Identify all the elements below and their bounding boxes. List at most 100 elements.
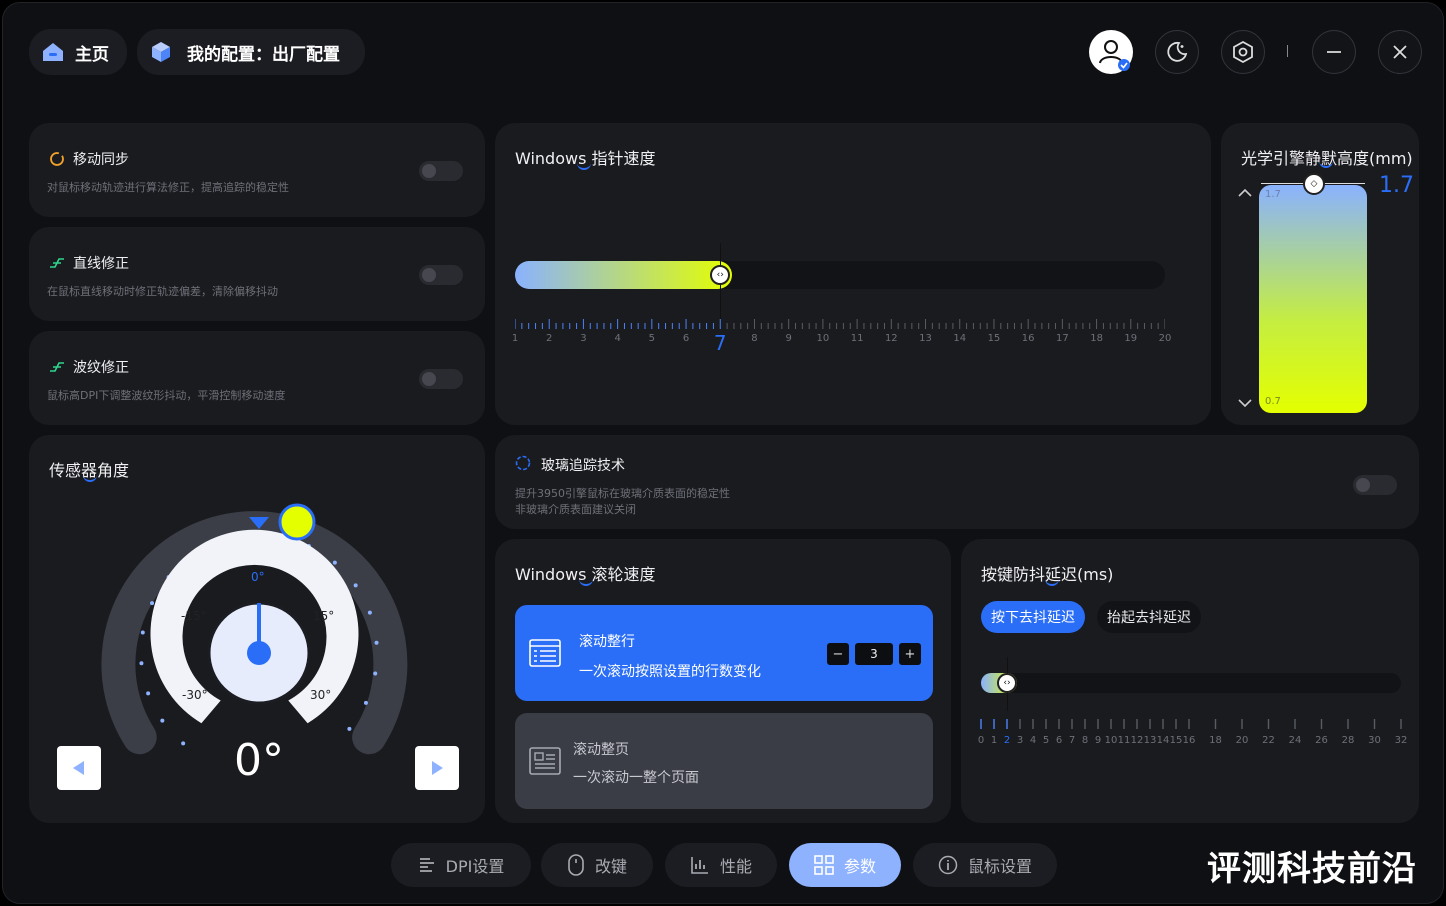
settings-button[interactable] xyxy=(1221,30,1265,74)
debounce-track[interactable] xyxy=(981,673,1401,693)
config-selector[interactable]: 我的配置：出厂配置 xyxy=(137,29,365,75)
scroll-page-option[interactable]: 滚动整页 一次滚动一整个页面 xyxy=(515,713,933,809)
nav-remap-label: 改键 xyxy=(594,857,627,876)
dial-dot xyxy=(160,718,165,723)
hex-settings-icon xyxy=(1233,40,1253,64)
debounce-card: 按键防抖延迟(ms) 按下去抖延迟 抬起去抖延迟 ‹› 0 1 2 3 4 5 6 7 8 9 10… xyxy=(961,539,1419,823)
debounce-tick-label: 18 xyxy=(1209,735,1222,746)
config-label: 我的配置：出厂配置 xyxy=(187,44,340,65)
debounce-handle[interactable]: ‹› xyxy=(997,673,1017,693)
pointer-speed-tick-label: 12 xyxy=(884,333,898,344)
angle-label-15: 15° xyxy=(313,609,335,623)
lod-down-icon[interactable] xyxy=(1237,397,1253,409)
theme-toggle-button[interactable] xyxy=(1155,30,1199,74)
debounce-tick-label: 13 xyxy=(1143,735,1157,746)
scroll-lines-option[interactable]: 滚动整行 一次滚动按照设置的行数变化 − 3 + xyxy=(515,605,933,701)
zigzag-icon xyxy=(50,362,64,372)
angle-label-neg15: -15° xyxy=(181,609,207,623)
debounce-tick-label: 9 xyxy=(1094,735,1102,746)
angle-right-button[interactable] xyxy=(415,746,459,790)
lod-bottom-label: 0.7 xyxy=(1265,396,1281,407)
angle-left-button[interactable] xyxy=(57,746,101,790)
minimize-button[interactable] xyxy=(1312,30,1356,74)
scroll-lines-title: 滚动整行 xyxy=(579,634,635,650)
stepper-value[interactable]: 3 xyxy=(855,643,893,665)
page-icon xyxy=(529,747,561,775)
angle-label-neg30: -30° xyxy=(182,688,208,702)
pointer-speed-tick-label: 13 xyxy=(919,333,932,344)
nav-dpi-label: DPI设置 xyxy=(445,857,505,876)
toggle-knob xyxy=(422,164,436,178)
pointer-speed-tick-label: 14 xyxy=(953,333,967,344)
dial-dot xyxy=(140,630,145,635)
home-button[interactable]: 主页 xyxy=(29,29,127,75)
pointer-speed-tick-label: 5 xyxy=(648,333,656,344)
scroll-speed-card: Windows 滚轮速度 滚动整行 一次滚动按照设置的行数变化 − 3 + 滚动… xyxy=(495,539,951,823)
sync-ring-icon xyxy=(50,152,64,166)
list-icon xyxy=(529,639,561,667)
pointer-speed-tick-labels: 1 2 3 4 5 6 7 8 9 10 11 12 13 14 15 16 17 18 19 20 xyxy=(511,331,1172,357)
motion-sync-toggle[interactable] xyxy=(419,161,463,181)
lod-up-icon[interactable] xyxy=(1237,187,1253,199)
lod-top-label: 1.7 xyxy=(1265,189,1281,200)
nav-mouse-settings[interactable]: 鼠标设置 xyxy=(913,843,1057,887)
debounce-tick-label: 2 xyxy=(1003,735,1011,746)
triangle-left-icon xyxy=(73,761,84,775)
home-label: 主页 xyxy=(75,44,109,65)
pointer-speed-tick-label: 11 xyxy=(850,333,864,344)
debounce-tick-label: 3 xyxy=(1016,735,1024,746)
debounce-tick-label: 28 xyxy=(1341,735,1355,746)
stepper-minus-button[interactable]: − xyxy=(827,643,849,665)
angle-snapping-toggle[interactable] xyxy=(419,265,463,285)
crosshair-icon xyxy=(515,455,531,471)
mouse-icon xyxy=(568,854,584,876)
nav-performance[interactable]: 性能 xyxy=(665,843,777,887)
pointer-speed-tick-label: 16 xyxy=(1021,333,1035,344)
dial-dot xyxy=(332,560,337,565)
dial-dot xyxy=(363,700,368,705)
user-avatar[interactable] xyxy=(1089,30,1133,74)
user-icon xyxy=(1099,40,1130,71)
sensor-angle-value: 0° xyxy=(234,735,284,786)
dial-dot xyxy=(347,726,352,731)
debounce-tick-label: 22 xyxy=(1262,735,1275,746)
close-button[interactable] xyxy=(1378,30,1422,74)
pointer-speed-tick-label: 17 xyxy=(1055,333,1069,344)
pointer-speed-tick-label: 1 xyxy=(511,333,519,344)
nav-remap[interactable]: 改键 xyxy=(541,843,653,887)
debounce-tick-label: 16 xyxy=(1182,735,1196,746)
tab-press-debounce[interactable]: 按下去抖延迟 xyxy=(981,601,1085,633)
scroll-page-title: 滚动整页 xyxy=(573,742,629,758)
debounce-tick-labels: 0 1 2 3 4 5 6 7 8 9 10 11 12 13 14 15 16 18 20 22 24 26 28 30 32 xyxy=(961,735,1419,751)
pointer-speed-tick-label: 7 xyxy=(713,331,727,355)
ripple-control-toggle[interactable] xyxy=(419,369,463,389)
debounce-tick-label: 5 xyxy=(1042,735,1050,746)
pointer-speed-tick-label: 4 xyxy=(614,333,621,344)
nav-params[interactable]: 参数 xyxy=(789,843,901,887)
pointer-speed-track[interactable] xyxy=(515,261,1165,289)
scroll-lines-desc: 一次滚动按照设置的行数变化 xyxy=(579,664,761,680)
dial-dot xyxy=(139,661,144,666)
cube-icon xyxy=(152,42,170,62)
tab-release-debounce[interactable]: 抬起去抖延迟 xyxy=(1097,601,1201,633)
glass-tracking-toggle[interactable] xyxy=(1353,475,1397,495)
debounce-tick-label: 7 xyxy=(1068,735,1076,746)
debounce-tick-label: 6 xyxy=(1055,735,1063,746)
stepper-plus-button[interactable]: + xyxy=(899,643,921,665)
feature-desc: 对鼠标移动轨迹进行算法修正，提高追踪的稳定性 xyxy=(47,181,289,194)
debounce-tick-label: 12 xyxy=(1130,735,1144,746)
feature-desc: 在鼠标直线移动时修正轨迹偏差，清除偏移抖动 xyxy=(47,285,278,298)
nav-dpi[interactable]: DPI设置 xyxy=(391,843,531,887)
glass-title: 玻璃追踪技术 xyxy=(541,458,625,474)
lod-handle[interactable]: ◇ xyxy=(1303,173,1325,195)
lod-slider-bar[interactable]: 1.7 0.7 xyxy=(1259,185,1367,413)
glass-desc-1: 提升3950引擎鼠标在玻璃介质表面的稳定性 xyxy=(515,487,730,500)
dial-dot xyxy=(146,691,151,696)
lod-card: 光学引擎静默高度(mm) 1.7 1.7 0.7 ◇ xyxy=(1221,123,1419,425)
debounce-tick-label: 1 xyxy=(990,735,998,746)
feature-card-motion-sync: 移动同步 对鼠标移动轨迹进行算法修正，提高追踪的稳定性 xyxy=(29,123,485,217)
toggle-knob xyxy=(422,372,436,386)
lod-value: 1.7 xyxy=(1379,173,1414,198)
home-icon xyxy=(43,43,63,61)
dial-dot xyxy=(150,601,155,606)
